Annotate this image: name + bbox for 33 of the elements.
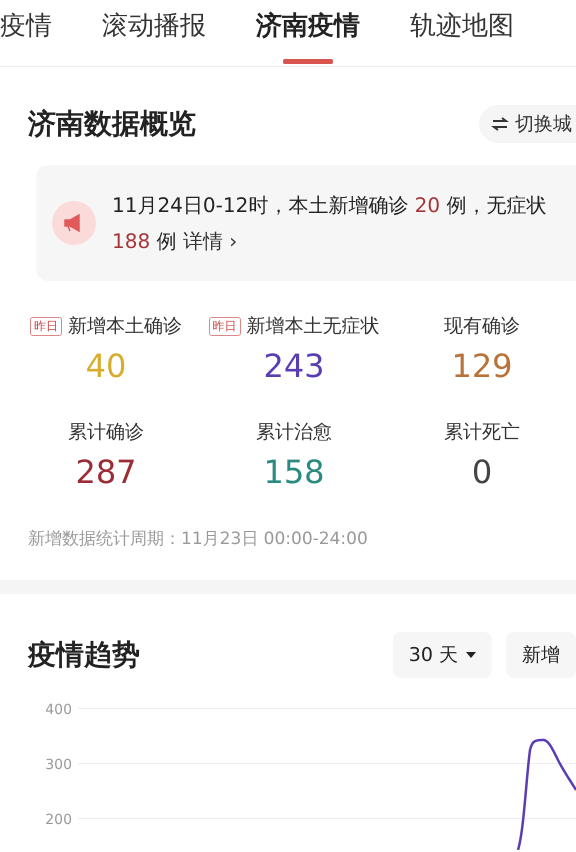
range-dropdown[interactable]: 30 天 bbox=[392, 632, 492, 678]
stat-label: 新增本土确诊 bbox=[68, 314, 182, 339]
stat-label: 累计治愈 bbox=[256, 420, 332, 445]
megaphone-icon bbox=[52, 201, 96, 245]
tab-underline bbox=[283, 59, 333, 64]
stat-value: 158 bbox=[263, 453, 325, 491]
stat-label: 累计死亡 bbox=[444, 420, 520, 445]
tab[interactable]: 轨迹地图 bbox=[410, 0, 514, 64]
yesterday-badge: 昨日 bbox=[30, 316, 62, 336]
stat-value: 243 bbox=[263, 347, 325, 385]
tab[interactable]: 滚动播报 bbox=[102, 0, 206, 64]
notice-text: 11月24日0-12时，本土新增确诊 20 例，无症状 188 例 详情 › bbox=[112, 192, 548, 255]
stat-label: 累计确诊 bbox=[68, 420, 144, 445]
caret-icon bbox=[466, 652, 476, 658]
stat-value: 0 bbox=[472, 453, 492, 491]
period-text: 新增数据统计周期：11月23日 00:00-24:00 bbox=[28, 528, 369, 550]
section-title: 济南数据概览 bbox=[28, 106, 196, 142]
axis-label: 200 bbox=[44, 811, 72, 830]
stat-label: 新增本土无症状 bbox=[246, 314, 380, 339]
section-title: 疫情趋势 bbox=[28, 637, 140, 673]
tab[interactable]: 疫情 bbox=[0, 0, 52, 64]
stat-label: 现有确诊 bbox=[444, 314, 520, 339]
yesterday-badge: 昨日 bbox=[208, 316, 240, 336]
details-link[interactable]: 详情 › bbox=[182, 229, 238, 253]
type-dropdown[interactable]: 新增 bbox=[506, 632, 576, 678]
swap-icon bbox=[491, 116, 509, 132]
tab[interactable]: 济南疫情 bbox=[256, 0, 360, 64]
switch-city-button[interactable]: 切换城 bbox=[479, 105, 576, 143]
axis-label: 400 bbox=[44, 701, 72, 720]
stat-value: 40 bbox=[86, 347, 126, 385]
stat-value: 287 bbox=[75, 453, 137, 491]
axis-label: 300 bbox=[44, 756, 72, 775]
stat-value: 129 bbox=[451, 347, 513, 385]
